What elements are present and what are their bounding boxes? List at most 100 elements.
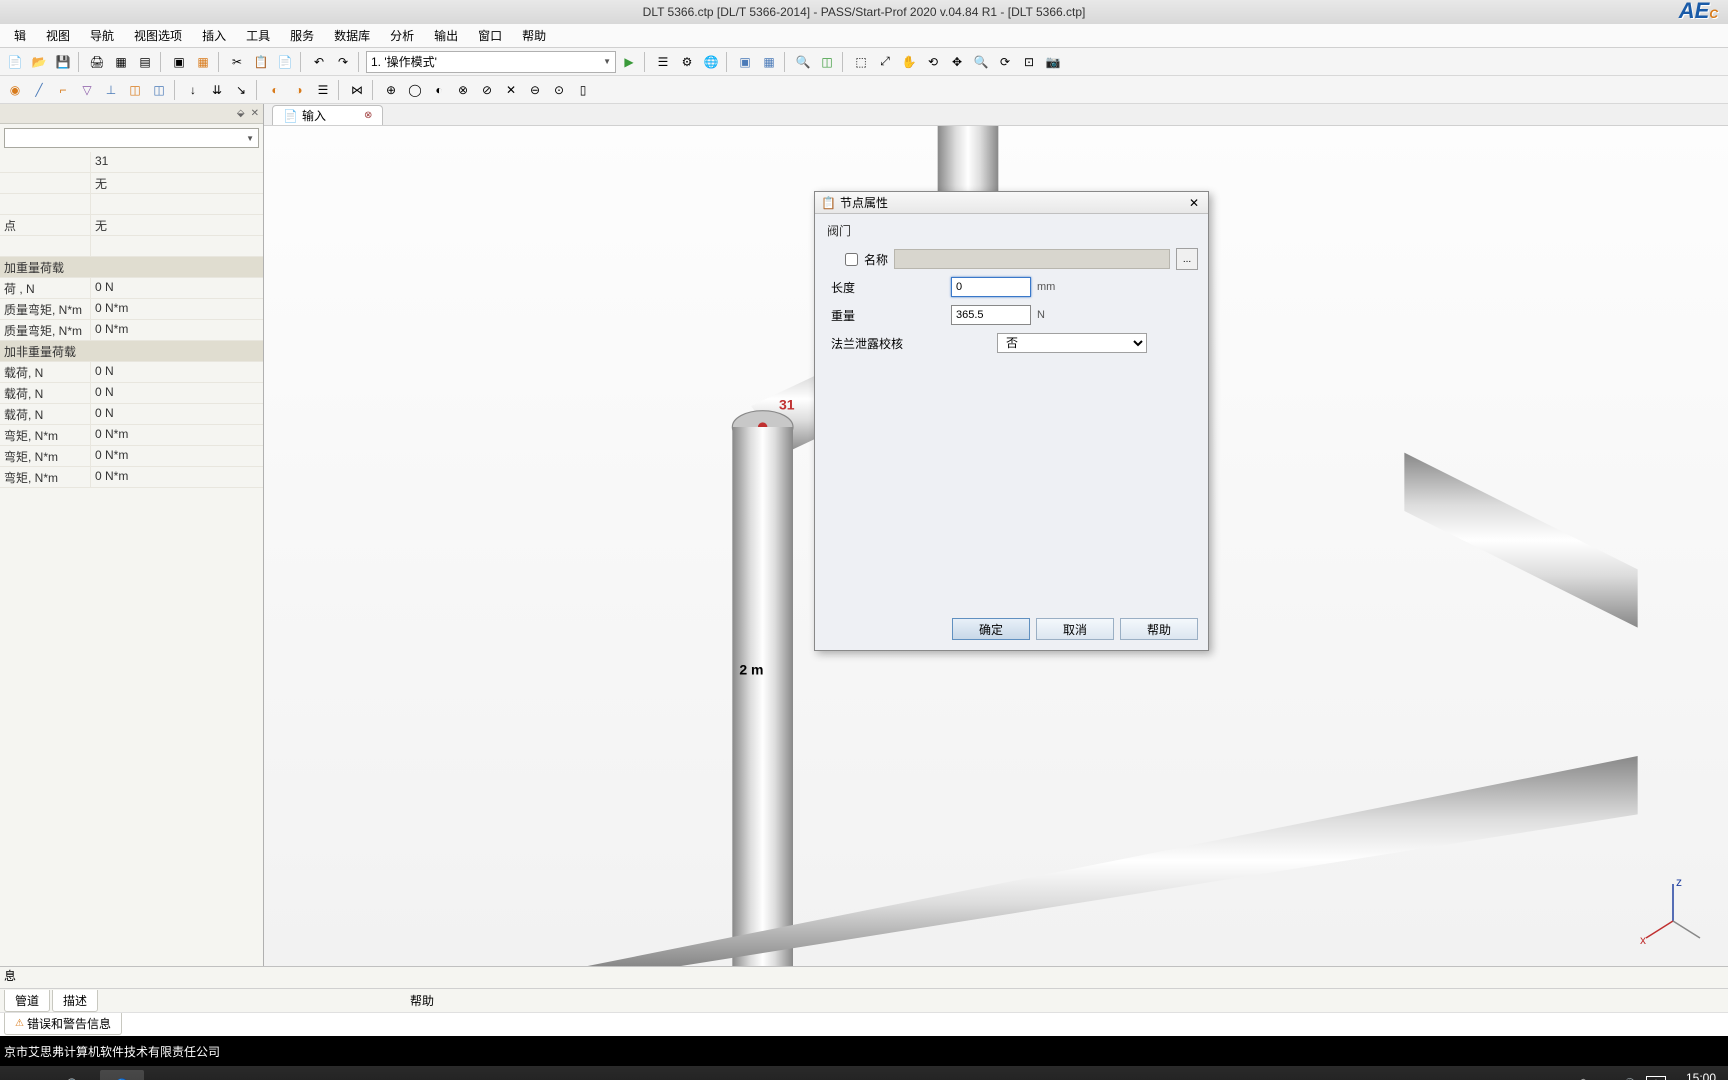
misc8-icon[interactable]: ⊙	[548, 79, 570, 101]
taskbar-app-word[interactable]: W	[148, 1070, 192, 1080]
name-input[interactable]	[894, 249, 1170, 269]
tool2-icon[interactable]: ◑	[288, 79, 310, 101]
property-row[interactable]: 质量弯矩, N*m0 N*m	[0, 320, 263, 341]
misc9-icon[interactable]: ▯	[572, 79, 594, 101]
canvas-3d[interactable]: 31 32 1 m 2 m 📋 节点属性 ✕ 阀门 名称	[264, 126, 1728, 966]
taskbar-app-startprof[interactable]: 🔵	[100, 1070, 144, 1080]
support-icon[interactable]: ▽	[76, 79, 98, 101]
menu-tools[interactable]: 工具	[236, 25, 280, 46]
tray-ime[interactable]: 中	[1646, 1076, 1666, 1080]
property-row[interactable]: 载荷, N0 N	[0, 383, 263, 404]
tab-errors-warnings[interactable]: ⚠ 错误和警告信息	[4, 1013, 122, 1035]
weight-input[interactable]	[951, 305, 1031, 325]
property-row[interactable]: 加重量荷载	[0, 257, 263, 278]
cube-icon[interactable]: ◫	[816, 51, 838, 73]
menu-navigate[interactable]: 导航	[80, 25, 124, 46]
pan-icon[interactable]: ✋	[898, 51, 920, 73]
camera-icon[interactable]: 📷	[1042, 51, 1064, 73]
property-value[interactable]: 0 N*m	[90, 425, 263, 445]
menu-edit[interactable]: 辑	[4, 25, 36, 46]
load3-icon[interactable]: ↘	[230, 79, 252, 101]
pipe-icon[interactable]: ╱	[28, 79, 50, 101]
view2-icon[interactable]: ▦	[758, 51, 780, 73]
menu-view[interactable]: 视图	[36, 25, 80, 46]
cut-icon[interactable]: ✂	[226, 51, 248, 73]
length-input[interactable]	[951, 277, 1031, 297]
load2-icon[interactable]: ⇊	[206, 79, 228, 101]
menu-analysis[interactable]: 分析	[380, 25, 424, 46]
undo-icon[interactable]: ↶	[308, 51, 330, 73]
property-row[interactable]	[0, 236, 263, 257]
taskbar-app-magnifier[interactable]: 🔍	[52, 1070, 96, 1080]
print-icon[interactable]: 🖨	[86, 51, 108, 73]
anchor-icon[interactable]: ⊥	[100, 79, 122, 101]
pin-icon[interactable]: ⬙	[237, 108, 245, 119]
misc1-icon[interactable]: ⊕	[380, 79, 402, 101]
misc2-icon[interactable]: ◯	[404, 79, 426, 101]
property-row[interactable]: 弯矩, N*m0 N*m	[0, 467, 263, 488]
property-value[interactable]: 0 N	[90, 278, 263, 298]
node-icon[interactable]: ◉	[4, 79, 26, 101]
property-value[interactable]: 0 N*m	[90, 320, 263, 340]
property-value[interactable]: 31	[90, 152, 263, 172]
element2-icon[interactable]: ◫	[148, 79, 170, 101]
tab-pipe[interactable]: 管道	[4, 990, 50, 1012]
property-row[interactable]: 弯矩, N*m0 N*m	[0, 425, 263, 446]
zoom-in-icon[interactable]: 🔍	[970, 51, 992, 73]
menu-database[interactable]: 数据库	[324, 25, 380, 46]
browse-button[interactable]: ...	[1176, 248, 1198, 270]
move-icon[interactable]: ✥	[946, 51, 968, 73]
name-checkbox[interactable]	[845, 253, 858, 266]
property-value[interactable]: 0 N*m	[90, 299, 263, 319]
zoom-window-icon[interactable]: ⬚	[850, 51, 872, 73]
run-icon[interactable]: ▶	[618, 51, 640, 73]
property-row[interactable]: 荷 , N0 N	[0, 278, 263, 299]
tab-close-icon[interactable]: ⊗	[364, 110, 372, 121]
load1-icon[interactable]: ↓	[182, 79, 204, 101]
misc7-icon[interactable]: ⊖	[524, 79, 546, 101]
property-row[interactable]: 加非重量荷载	[0, 341, 263, 362]
table-icon[interactable]: ▦	[192, 51, 214, 73]
property-value[interactable]	[90, 236, 263, 256]
valve-icon[interactable]: ⋈	[346, 79, 368, 101]
view1-icon[interactable]: ▣	[734, 51, 756, 73]
menu-window[interactable]: 窗口	[468, 25, 512, 46]
tab-description[interactable]: 描述	[52, 990, 98, 1012]
property-value[interactable]: 0 N*m	[90, 467, 263, 487]
dialog-titlebar[interactable]: 📋 节点属性 ✕	[815, 192, 1208, 214]
save-icon[interactable]: 💾	[52, 51, 74, 73]
properties-icon[interactable]: ▦	[110, 51, 132, 73]
list-icon[interactable]: ☰	[652, 51, 674, 73]
grid-icon[interactable]: ▣	[168, 51, 190, 73]
wizard-icon[interactable]: ▤	[134, 51, 156, 73]
paste-icon[interactable]: 📄	[274, 51, 296, 73]
tool1-icon[interactable]: ◐	[264, 79, 286, 101]
property-row[interactable]: 无	[0, 173, 263, 194]
misc4-icon[interactable]: ⊗	[452, 79, 474, 101]
property-value[interactable]: 0 N	[90, 404, 263, 424]
tool3-icon[interactable]: ☰	[312, 79, 334, 101]
help-button[interactable]: 帮助	[1120, 618, 1198, 640]
menu-help[interactable]: 帮助	[512, 25, 556, 46]
fit-icon[interactable]: ⊡	[1018, 51, 1040, 73]
elbow-icon[interactable]: ⌐	[52, 79, 74, 101]
property-row[interactable]: 31	[0, 152, 263, 173]
tab-input-model[interactable]: 📄 输入 ⊗	[272, 105, 383, 125]
property-row[interactable]: 点无	[0, 215, 263, 236]
new-icon[interactable]: 📄	[4, 51, 26, 73]
property-row[interactable]: 载荷, N0 N	[0, 404, 263, 425]
element1-icon[interactable]: ◫	[124, 79, 146, 101]
misc3-icon[interactable]: ◐	[428, 79, 450, 101]
property-value[interactable]: 无	[90, 215, 263, 235]
property-value[interactable]: 0 N*m	[90, 446, 263, 466]
rotate-icon[interactable]: ⟲	[922, 51, 944, 73]
settings-icon[interactable]: ⚙	[676, 51, 698, 73]
property-value[interactable]	[90, 194, 263, 214]
menu-output[interactable]: 输出	[424, 25, 468, 46]
globe-icon[interactable]: 🌐	[700, 51, 722, 73]
taskbar-app-explorer[interactable]: 📁	[4, 1070, 48, 1080]
close-icon[interactable]: ✕	[251, 108, 259, 119]
property-value[interactable]: 0 N	[90, 362, 263, 382]
redo-icon[interactable]: ↷	[332, 51, 354, 73]
cancel-button[interactable]: 取消	[1036, 618, 1114, 640]
